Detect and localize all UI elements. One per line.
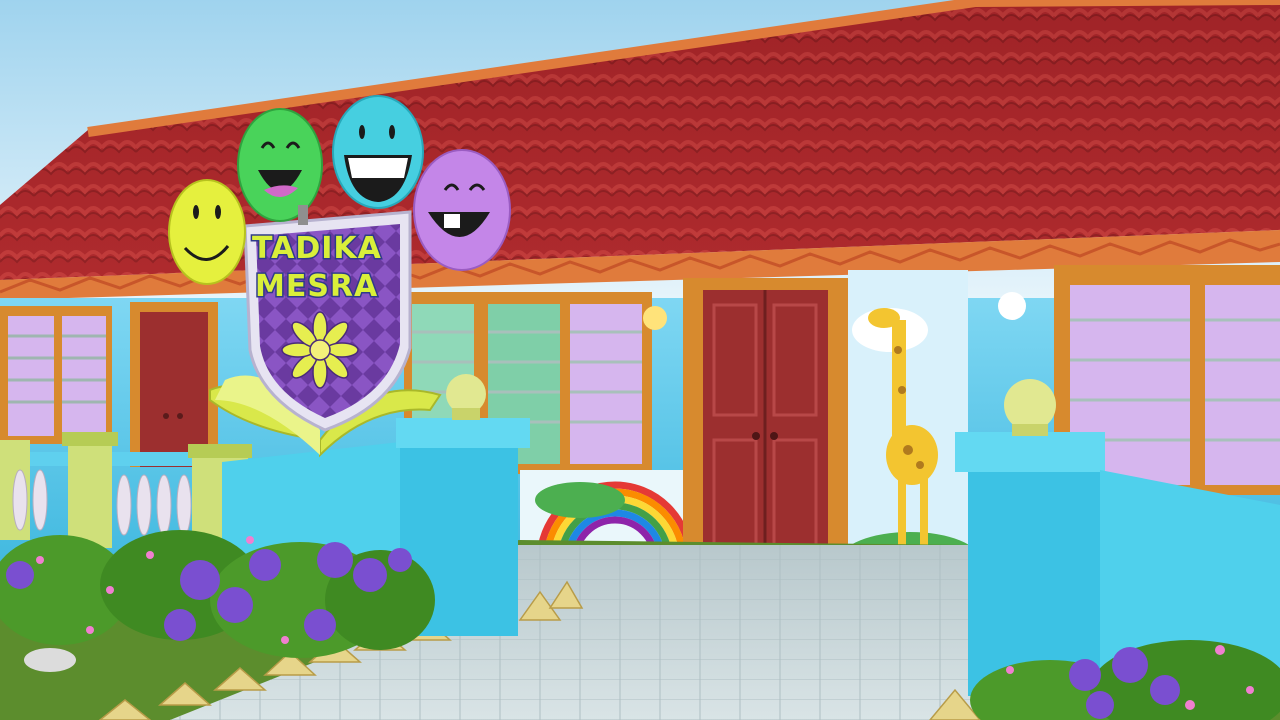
sign-line-tadika: TADIKA xyxy=(252,231,382,266)
cyan-smiley-icon xyxy=(332,95,424,209)
green-smiley-icon xyxy=(237,108,323,222)
garden-stone xyxy=(24,648,76,672)
flower-emblem-icon xyxy=(281,311,359,389)
yellow-smiley-icon xyxy=(168,179,246,285)
kindergarten-scene: TADIKA MESRA xyxy=(0,0,1280,720)
sign-line-mesra: MESRA xyxy=(255,269,378,304)
sign-post xyxy=(298,205,308,225)
left-window xyxy=(0,306,112,444)
purple-smiley-icon xyxy=(413,149,511,271)
left-door xyxy=(130,302,218,467)
main-double-door[interactable] xyxy=(683,278,848,570)
